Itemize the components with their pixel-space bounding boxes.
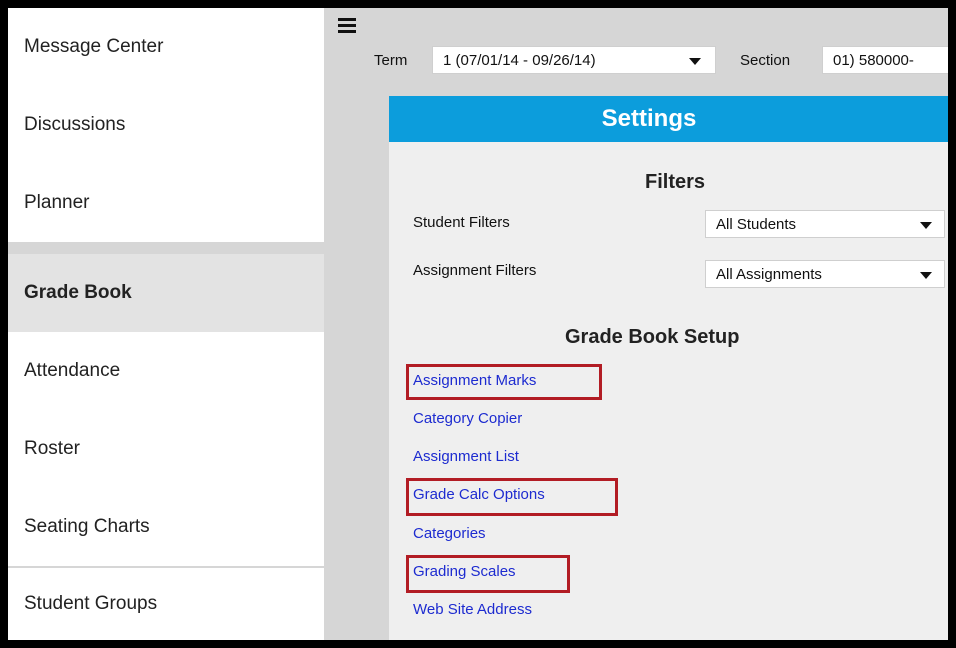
chevron-down-icon (689, 58, 701, 65)
grade-book-setup-title: Grade Book Setup (565, 326, 740, 348)
categories-link[interactable]: Categories (413, 525, 486, 542)
sidebar-item-message-center[interactable]: Message Center (8, 8, 324, 86)
highlight-grade-calc-options (406, 478, 618, 516)
hamburger-menu-icon[interactable] (338, 18, 356, 33)
sidebar-item-label: Grade Book (24, 282, 132, 303)
assignment-filters-value: All Assignments (716, 265, 822, 283)
assignment-list-link[interactable]: Assignment List (413, 448, 519, 465)
category-copier-link[interactable]: Category Copier (413, 410, 522, 427)
chevron-down-icon (920, 222, 932, 229)
settings-header: Settings (389, 96, 948, 142)
term-select-value: 1 (07/01/14 - 09/26/14) (443, 51, 596, 69)
sidebar-item-seating-charts[interactable]: Seating Charts (8, 488, 324, 566)
web-site-address-link[interactable]: Web Site Address (413, 601, 532, 618)
assignment-filters-select[interactable]: All Assignments (705, 260, 945, 288)
sidebar-item-label: Attendance (24, 360, 121, 381)
filters-title: Filters (645, 171, 706, 193)
sidebar-item-grade-book[interactable]: Grade Book (8, 254, 324, 332)
sidebar: Message Center Discussions Planner Grade… (8, 8, 332, 640)
sidebar-item-label: Student Groups (24, 593, 158, 614)
sidebar-item-student-groups[interactable]: Student Groups (8, 568, 324, 640)
term-label: Term (374, 52, 408, 69)
student-filters-label: Student Filters (413, 214, 510, 231)
section-label: Section (740, 52, 791, 69)
student-filters-select[interactable]: All Students (705, 210, 945, 238)
sidebar-item-label: Planner (24, 192, 90, 213)
section-select[interactable]: 01) 580000- (822, 46, 948, 74)
sidebar-item-planner[interactable]: Planner (8, 164, 324, 242)
highlight-grading-scales (406, 555, 570, 593)
sidebar-item-label: Message Center (24, 36, 164, 57)
settings-panel: Settings Filters Student Filters All Stu… (389, 96, 948, 640)
sidebar-item-label: Seating Charts (24, 516, 150, 537)
chevron-down-icon (920, 272, 932, 279)
sidebar-item-label: Roster (24, 438, 80, 459)
sidebar-item-label: Discussions (24, 114, 126, 135)
sidebar-item-roster[interactable]: Roster (8, 410, 324, 488)
sidebar-item-discussions[interactable]: Discussions (8, 86, 324, 164)
sidebar-item-attendance[interactable]: Attendance (8, 332, 324, 410)
section-select-value: 01) 580000- (833, 51, 914, 69)
app-frame: Message Center Discussions Planner Grade… (8, 8, 948, 640)
term-select[interactable]: 1 (07/01/14 - 09/26/14) (432, 46, 716, 74)
highlight-assignment-marks (406, 364, 602, 400)
student-filters-value: All Students (716, 215, 797, 233)
assignment-filters-label: Assignment Filters (413, 262, 537, 279)
settings-title: Settings (601, 105, 697, 132)
